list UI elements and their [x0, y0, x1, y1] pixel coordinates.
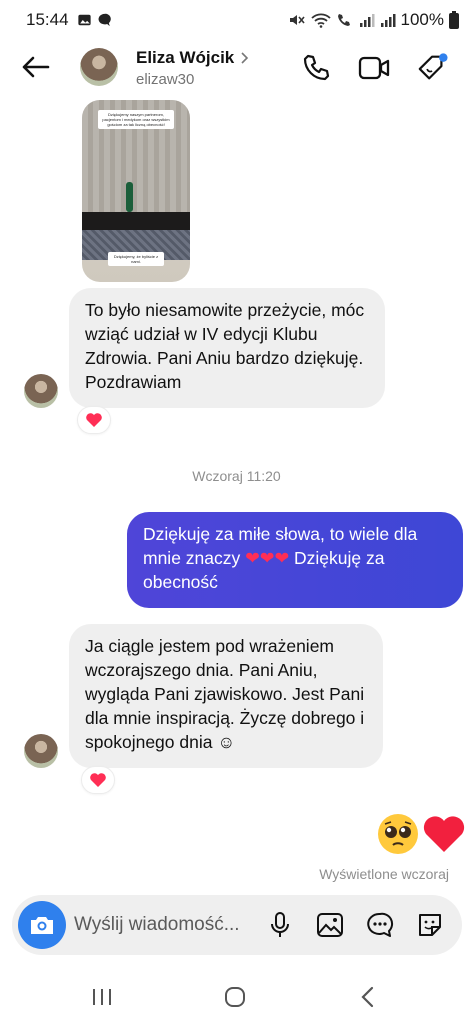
shared-photo-message[interactable]: Dziękujemy naszym partnerom, pacjentom i…: [82, 100, 190, 282]
tag-icon: [418, 53, 448, 80]
voice-call-button[interactable]: [300, 52, 332, 84]
home-icon: [225, 987, 245, 1007]
signal-2-icon: [380, 14, 396, 27]
volte-call-icon: [337, 14, 350, 26]
battery-icon: [449, 11, 459, 29]
wifi-icon: [310, 13, 331, 28]
chat-header: Eliza Wójcik elizaw30: [0, 40, 473, 96]
red-heart-icon: [423, 816, 465, 852]
heart-icon: [86, 413, 102, 427]
video-call-button[interactable]: [358, 52, 390, 84]
microphone-icon: [271, 912, 289, 937]
message-input[interactable]: [74, 909, 252, 941]
outgoing-message-1[interactable]: Dziękuję za miłe słowa, to wiele dla mni…: [127, 512, 463, 608]
photo-speaker: [126, 182, 133, 212]
nav-back-button[interactable]: [350, 982, 386, 1012]
sticker-button[interactable]: [414, 909, 446, 941]
status-bar: 15:44 100%: [0, 0, 473, 40]
contact-handle: elizaw30: [136, 71, 195, 88]
battery-percent: 100%: [400, 10, 444, 29]
thread-timestamp: Wczoraj 11:20: [192, 468, 281, 484]
pleading-face-icon: [378, 814, 418, 854]
seen-status: Wyświetlone wczoraj: [319, 866, 449, 882]
contact-name-row: Eliza Wójcik: [136, 48, 250, 68]
phone-icon: [303, 54, 330, 81]
back-button[interactable]: [18, 52, 52, 82]
incoming-message-1[interactable]: To było niesamowite przeżycie, móc wziąć…: [69, 288, 385, 408]
status-time: 15:44: [26, 10, 69, 29]
gallery-icon: [317, 913, 343, 937]
outgoing-message-hearts: ❤❤❤: [245, 548, 290, 568]
recents-button[interactable]: [84, 982, 120, 1012]
camera-icon: [31, 917, 53, 934]
sender-avatar-2[interactable]: [24, 734, 58, 768]
video-icon: [358, 56, 390, 80]
heart-icon: [90, 773, 106, 787]
contact-avatar[interactable]: [80, 48, 118, 86]
android-navigation-bar: [0, 970, 473, 1024]
chevron-right-icon: [241, 52, 249, 64]
chat-bubble-icon: [367, 912, 394, 937]
reaction-heart-2[interactable]: [81, 766, 115, 794]
contact-name: Eliza Wójcik: [136, 48, 235, 67]
back-arrow-icon: [22, 56, 50, 78]
gallery-button[interactable]: [314, 909, 346, 941]
outgoing-emoji-message[interactable]: [376, 812, 466, 856]
photo-stage: [82, 212, 190, 230]
back-icon: [361, 986, 374, 1008]
chat-options-button[interactable]: [364, 909, 396, 941]
photo-caption-top: Dziękujemy naszym partnerom, pacjentom i…: [98, 110, 174, 129]
status-notification-icons: [77, 13, 112, 27]
contact-info[interactable]: Eliza Wójcik elizaw30: [136, 48, 250, 88]
sticker-icon: [419, 914, 441, 936]
mute-icon: [289, 15, 305, 25]
message-composer: [12, 895, 462, 955]
voice-message-button[interactable]: [264, 909, 296, 941]
signal-icon: [359, 14, 375, 27]
incoming-message-1-text: To było niesamowite przeżycie, móc wziąć…: [85, 300, 365, 392]
image-notification-icon: [77, 14, 91, 26]
home-button[interactable]: [217, 982, 253, 1012]
sender-avatar-1[interactable]: [24, 374, 58, 408]
chat-notification-icon: [98, 13, 111, 27]
reaction-heart-1[interactable]: [77, 406, 111, 434]
incoming-message-2[interactable]: Ja ciągle jestem pod wrażeniem wczorajsz…: [69, 624, 383, 768]
incoming-message-2-text: Ja ciągle jestem pod wrażeniem wczorajsz…: [85, 636, 365, 752]
tag-button[interactable]: [416, 52, 448, 84]
status-right: 100%: [288, 10, 459, 30]
photo-caption-bottom: Dziękujemy, że byliście z nami.: [108, 252, 164, 266]
camera-button[interactable]: [18, 901, 66, 949]
recents-icon: [93, 989, 111, 1005]
